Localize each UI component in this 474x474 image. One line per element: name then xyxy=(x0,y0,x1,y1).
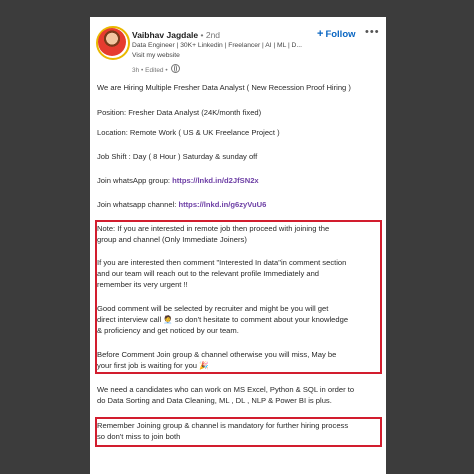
connection-degree: • 2nd xyxy=(198,30,221,40)
group-label: Join whatsApp group: xyxy=(97,176,173,185)
post-line: We are Hiring Multiple Fresher Data Anal… xyxy=(97,83,351,92)
post-timestamp: 3h • Edited • xyxy=(132,67,168,74)
post-meta: 3h • Edited • xyxy=(132,64,180,74)
channel-label: Join whatsapp channel: xyxy=(97,200,179,209)
highlight-box-reminder xyxy=(95,417,382,447)
avatar[interactable] xyxy=(98,28,126,56)
plus-icon: + xyxy=(317,28,324,40)
post-line: We need a candidates who can work on MS … xyxy=(97,385,355,394)
post-line: Join whatsapp channel: https://lnkd.in/g… xyxy=(97,199,266,210)
post-header: Vaibhav Jagdale • 2nd Data Engineer | 30… xyxy=(90,17,386,79)
whatsapp-channel-link[interactable]: https://lnkd.in/g6zyVuU6 xyxy=(178,200,266,209)
post-card: Vaibhav Jagdale • 2nd Data Engineer | 30… xyxy=(90,17,386,474)
whatsapp-group-link[interactable]: https://lnkd.in/d2JfSN2x xyxy=(172,176,259,185)
post-line: do Data Sorting and Data Cleaning, ML , … xyxy=(97,396,332,405)
post-line: Location: Remote Work ( US & UK Freelanc… xyxy=(97,128,280,137)
author-headline: Data Engineer | 30K+ Linkedin | Freelanc… xyxy=(132,42,302,49)
highlight-box-note xyxy=(95,220,382,374)
author-name[interactable]: Vaibhav Jagdale xyxy=(132,30,198,40)
follow-label: Follow xyxy=(325,29,356,40)
post-line: Position: Fresher Data Analyst (24K/mont… xyxy=(97,108,262,117)
post-line: Join whatsApp group: https://lnkd.in/d2J… xyxy=(97,175,259,186)
post-line: Job Shift : Day ( 8 Hour ) Saturday & su… xyxy=(97,152,258,161)
more-options-icon[interactable]: ••• xyxy=(365,26,380,38)
author-name-row[interactable]: Vaibhav Jagdale • 2nd xyxy=(132,30,220,40)
visit-website-link[interactable]: Visit my website xyxy=(132,52,180,59)
globe-icon xyxy=(170,64,180,73)
follow-button[interactable]: + Follow xyxy=(317,28,356,40)
